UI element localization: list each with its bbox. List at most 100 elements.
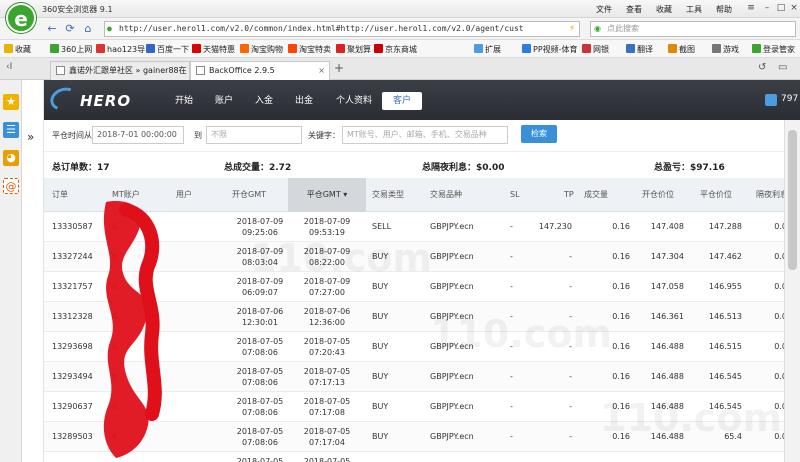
ext-screenshot[interactable]: 截图 [668, 44, 695, 55]
url-input[interactable]: ● http://user.herol1.com/v2.0/common/ind… [104, 21, 580, 37]
tmall-icon [192, 44, 201, 53]
bookmark-360[interactable]: 360上网 [50, 44, 92, 55]
user-icon[interactable] [765, 94, 777, 106]
ext-pptv[interactable]: PP视频-体育 [522, 44, 578, 55]
cell-date: 2018-07-09 [303, 217, 351, 226]
close-icon[interactable]: × [787, 2, 800, 15]
page-icon [56, 66, 65, 75]
cell-date: 2018-07-09 [236, 217, 284, 226]
tab-menu-icon[interactable]: ▭ [778, 62, 787, 73]
email-icon[interactable]: @ [3, 178, 19, 194]
menu-file[interactable]: 文件 [596, 4, 612, 15]
cell-sl: - [510, 282, 513, 291]
url-text: http://user.herol1.com/v2.0/common/index… [119, 24, 524, 33]
cell-tp: - [569, 402, 572, 411]
cell-tp: - [569, 372, 572, 381]
tab-close-icon[interactable]: × [318, 62, 325, 79]
ext-login-manager[interactable]: 登录管家 [752, 44, 795, 55]
favorites-star-icon[interactable]: ★ [3, 94, 19, 110]
bookmark-taobao[interactable]: 淘宝购物 [240, 44, 283, 55]
lightning-icon[interactable]: ⚡ [564, 21, 580, 37]
cell-open_p: 146.361 [650, 312, 684, 321]
browser-sidebar: ★ ☰ ◕ @ [0, 80, 22, 462]
skin-icon[interactable]: ≡ [744, 2, 758, 15]
app-header: HERO 开始 账户 入金 出金 个人资料 客户 797 [44, 80, 800, 120]
cell-date: 2018-07-05 [303, 397, 351, 406]
tab-forum[interactable]: 鑫诺外汇跟单社区 » gainer88在 [50, 61, 190, 80]
weibo-icon[interactable]: ◕ [3, 150, 19, 166]
user-id[interactable]: 797 [781, 94, 798, 104]
bookmark-hao123[interactable]: hao123导 [96, 44, 145, 55]
cell-type: BUY [372, 312, 389, 321]
bookmark-favorites[interactable]: 收藏 [4, 44, 31, 55]
gamepad-icon [712, 44, 721, 53]
refresh-icon[interactable]: ⟳ [62, 21, 78, 37]
date-from-input[interactable]: 2018-7-01 00:00:00 [92, 126, 184, 144]
page-scrollbar[interactable] [784, 120, 800, 462]
cell-order: 13293698 [52, 342, 93, 351]
col-trade-type[interactable]: 交易类型 [372, 178, 404, 212]
col-open-gmt[interactable]: 开仓GMT [232, 178, 266, 212]
double-chevron-icon[interactable]: » [27, 130, 34, 144]
tab-list-icon[interactable]: ‹I [6, 62, 12, 72]
col-order[interactable]: 订单 [52, 178, 68, 212]
search-button[interactable]: 检索 [521, 125, 557, 143]
minimize-icon[interactable]: – [760, 2, 774, 15]
nav-profile[interactable]: 个人资料 [332, 92, 376, 110]
menu-tools[interactable]: 工具 [686, 4, 702, 15]
cell-date: 2018-07-05 [236, 367, 284, 376]
nav-withdraw[interactable]: 出金 [290, 92, 318, 110]
reading-list-icon[interactable]: ☰ [3, 122, 19, 138]
cell-date: 2018-07-05 [303, 337, 351, 346]
ext-translate[interactable]: 翻译 [626, 44, 653, 55]
security-icon: ● [107, 24, 112, 33]
home-icon[interactable]: ⌂ [80, 21, 96, 37]
nav-deposit[interactable]: 入金 [250, 92, 278, 110]
tab-backoffice[interactable]: BackOffice 2.9.5 × [190, 61, 330, 80]
menu-view[interactable]: 查看 [626, 4, 642, 15]
close-time-label: 平仓时间从 [52, 131, 92, 140]
bookmark-jd[interactable]: 京东商城 [374, 44, 417, 55]
ext-extensions[interactable]: 扩展 [474, 44, 501, 55]
back-icon[interactable]: ← [44, 21, 60, 37]
col-volume[interactable]: 成交量 [584, 178, 608, 212]
maximize-icon[interactable]: □ [774, 2, 788, 15]
new-tab-icon[interactable]: + [334, 61, 344, 75]
col-close-price[interactable]: 平仓价位 [700, 178, 732, 212]
browser-logo-icon: e [6, 3, 36, 33]
keyword-input[interactable]: MT账号、用户、邮箱、手机、交易品种 [342, 126, 508, 144]
col-sl[interactable]: SL [510, 178, 520, 212]
bookmark-tmall[interactable]: 天猫特惠 [192, 44, 235, 55]
menu-favorites[interactable]: 收藏 [656, 4, 672, 15]
nav-account[interactable]: 账户 [210, 92, 238, 110]
col-open-price[interactable]: 开仓价位 [642, 178, 674, 212]
bookmark-taobao-sale[interactable]: 淘宝特卖 [288, 44, 331, 55]
cell-vol [584, 452, 630, 462]
ext-bank[interactable]: 网银 [582, 44, 609, 55]
cell-open_p: 147.304 [650, 252, 684, 261]
cell-date: 2018-07-06 [303, 307, 351, 316]
360-icon [50, 44, 59, 53]
cell-time: 07:08:06 [242, 408, 278, 417]
bookmark-baidu[interactable]: 百度一下 [146, 44, 189, 55]
sidebar-toggle[interactable]: » [22, 80, 44, 462]
watermark: 110.com [600, 396, 782, 440]
restore-tab-icon[interactable]: ↺ [758, 62, 766, 73]
col-symbol[interactable]: 交易品种 [430, 178, 462, 212]
col-close-gmt[interactable]: 平仓GMT ▾ [288, 178, 366, 212]
col-tp[interactable]: TP [564, 178, 574, 212]
total-volume: 总成交量：2.72 [224, 163, 292, 173]
nav-clients[interactable]: 客户 [382, 92, 422, 110]
browser-title: 360安全浏览器 9.1 [42, 5, 113, 14]
scroll-thumb[interactable] [788, 130, 797, 270]
menu-help[interactable]: 帮助 [716, 4, 732, 15]
date-to-input[interactable]: 不限 [206, 126, 302, 144]
nav-start[interactable]: 开始 [170, 92, 198, 110]
search-input[interactable]: ◉ 点此搜索 [590, 21, 796, 37]
cell-symbol: GBPJPY.ecn [430, 222, 474, 231]
juhuasuan-icon [336, 44, 345, 53]
ext-games[interactable]: 游戏 [712, 44, 739, 55]
col-user[interactable]: 用户 [176, 178, 192, 212]
bookmark-juhuasuan[interactable]: 聚划算 [336, 44, 371, 55]
cell-close_p: 146.515 [708, 342, 742, 351]
